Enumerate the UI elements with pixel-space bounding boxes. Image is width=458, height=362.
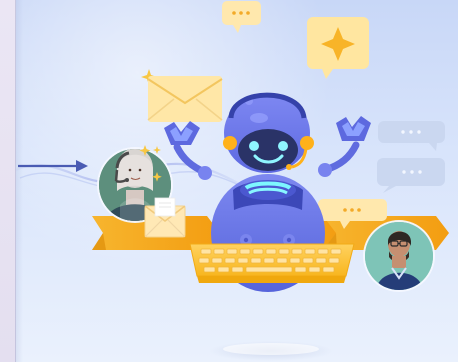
robot-claw-right [336, 116, 371, 141]
robot-claw-left [164, 121, 200, 145]
chat-bubble-icon [377, 158, 445, 193]
arrow-right-icon [18, 160, 88, 172]
envelope-icon [147, 76, 223, 122]
support-illustration-scene [0, 0, 458, 362]
chat-bubble-icon [378, 121, 445, 151]
chat-bubble-icon [307, 17, 369, 79]
floor-highlight [223, 343, 319, 355]
agent-avatar-icon [363, 220, 435, 292]
keyboard-icon [189, 243, 355, 283]
chat-bubble-icon [222, 1, 261, 33]
illustration-canvas [15, 1, 449, 361]
